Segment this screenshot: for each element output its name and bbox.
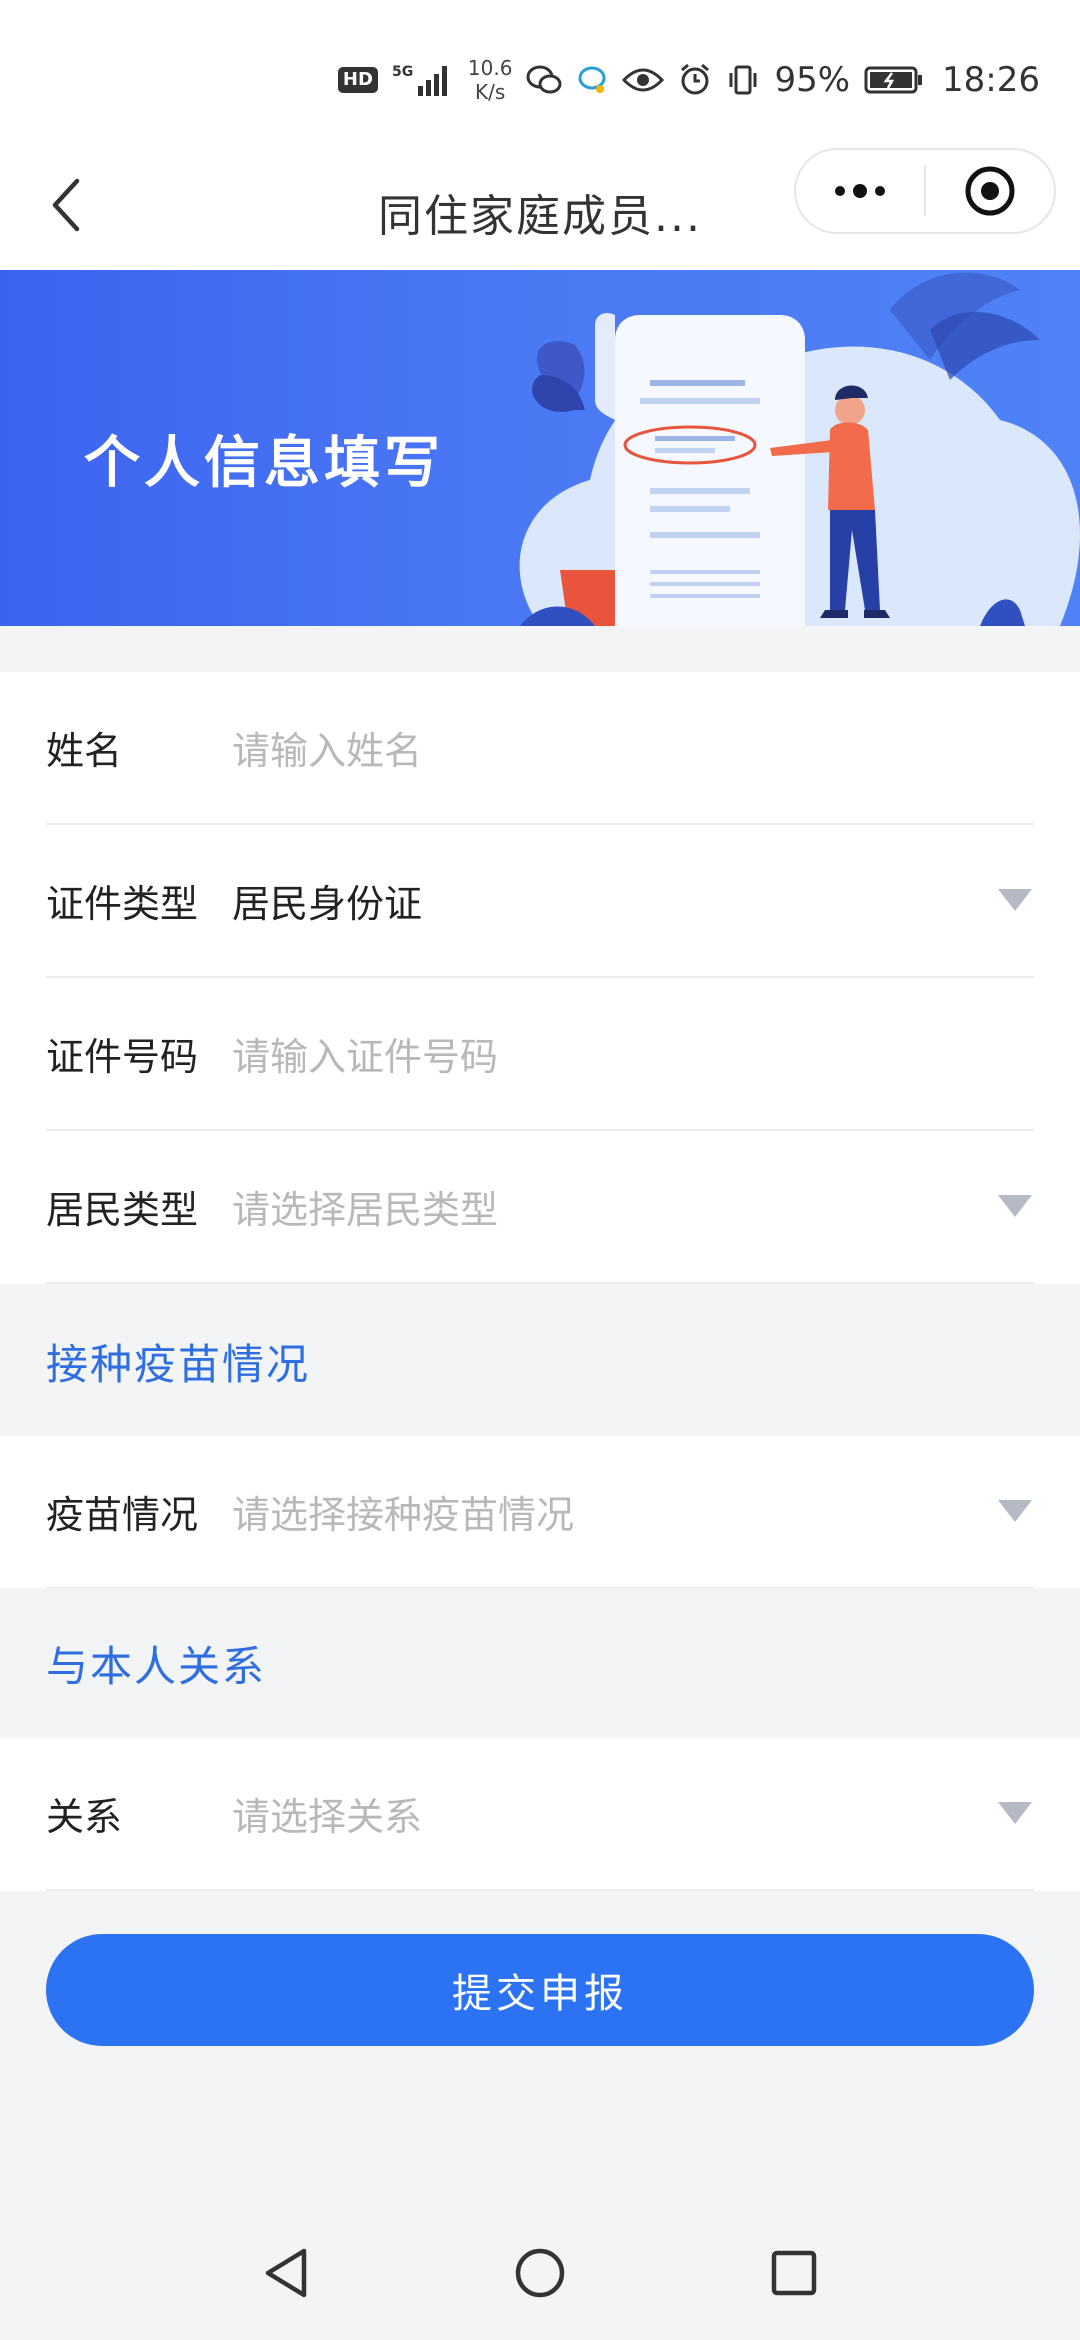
dropdown-arrow-icon — [998, 1499, 1032, 1522]
submit-button[interactable]: 提交申报 — [46, 1934, 1034, 2046]
wechat-icon — [526, 64, 562, 96]
banner: 个人信息填写 — [0, 270, 1080, 626]
document-illustration — [519, 272, 1080, 626]
name-label: 姓名 — [46, 729, 123, 773]
system-navigation-bar — [0, 2210, 1080, 2340]
personal-info-form: 姓名 请输入姓名 证件类型 居民身份证 证件号码 请输入证件号码 居民类型 请选… — [0, 672, 1080, 1284]
signal-icon: 5G — [392, 62, 454, 98]
relation-form: 关系 请选择关系 — [0, 1738, 1080, 1891]
vaccine-section-header: 接种疫苗情况 — [0, 1286, 1080, 1436]
chat-bubble-icon — [576, 65, 608, 95]
relation-label: 关系 — [46, 1795, 123, 1839]
dropdown-arrow-icon — [998, 1801, 1032, 1824]
relation-section-title: 与本人关系 — [46, 1641, 267, 1691]
id-type-row[interactable]: 证件类型 居民身份证 — [46, 825, 1034, 978]
alarm-icon — [678, 63, 712, 97]
triangle-back-icon — [265, 2248, 307, 2298]
id-number-row: 证件号码 请输入证件号码 — [46, 978, 1034, 1131]
vaccine-form: 疫苗情况 请选择接种疫苗情况 — [0, 1436, 1080, 1589]
clock: 18:26 — [942, 60, 1040, 100]
resident-type-label: 居民类型 — [46, 1188, 199, 1232]
vaccine-section-title: 接种疫苗情况 — [46, 1339, 311, 1389]
vibrate-icon — [726, 63, 760, 97]
relation-section-header: 与本人关系 — [0, 1588, 1080, 1738]
hd-icon: HD — [337, 67, 378, 93]
nav-bar: 同住家庭成员... — [0, 140, 1080, 270]
relation-row[interactable]: 关系 请选择关系 — [46, 1738, 1034, 1891]
more-button[interactable] — [796, 150, 924, 232]
nav-home-button[interactable] — [512, 2245, 568, 2305]
nav-recents-button[interactable] — [768, 2247, 820, 2303]
vaccine-row[interactable]: 疫苗情况 请选择接种疫苗情况 — [46, 1436, 1034, 1589]
eye-icon — [622, 66, 665, 94]
dropdown-arrow-icon — [998, 1194, 1032, 1217]
square-recents-icon — [771, 2250, 817, 2296]
nav-back-button[interactable] — [260, 2245, 312, 2305]
status-bar: HD 5G 10.6 K/s 95% 18:26 — [0, 0, 1080, 140]
battery-icon — [864, 65, 924, 95]
id-number-label: 证件号码 — [46, 1035, 199, 1079]
id-number-input[interactable]: 请输入证件号码 — [232, 1026, 1034, 1081]
miniprogram-capsule — [794, 148, 1056, 234]
name-row: 姓名 请输入姓名 — [46, 672, 1034, 825]
net-speed-value: 10.6 — [467, 56, 513, 80]
target-close-icon — [965, 166, 1015, 216]
vaccine-select[interactable]: 请选择接种疫苗情况 — [232, 1484, 1034, 1539]
net-speed-unit: K/s — [475, 80, 506, 104]
resident-type-row[interactable]: 居民类型 请选择居民类型 — [46, 1131, 1034, 1284]
more-dots-icon — [835, 184, 885, 198]
banner-title: 个人信息填写 — [84, 431, 444, 496]
id-type-select[interactable]: 居民身份证 — [232, 873, 1034, 928]
network-speed: 10.6 K/s — [468, 56, 513, 104]
circle-home-icon — [515, 2248, 565, 2298]
net-type-label: 5G — [392, 64, 413, 80]
vaccine-label: 疫苗情况 — [46, 1493, 199, 1537]
name-input[interactable]: 请输入姓名 — [232, 720, 1034, 775]
relation-select[interactable]: 请选择关系 — [232, 1786, 1034, 1841]
close-miniprogram-button[interactable] — [926, 150, 1054, 232]
status-icons: HD 5G 10.6 K/s 95% 18:26 — [337, 52, 1040, 108]
resident-type-select[interactable]: 请选择居民类型 — [232, 1179, 1034, 1234]
battery-percent: 95% — [774, 60, 851, 100]
id-type-label: 证件类型 — [46, 882, 199, 926]
dropdown-arrow-icon — [998, 888, 1032, 911]
